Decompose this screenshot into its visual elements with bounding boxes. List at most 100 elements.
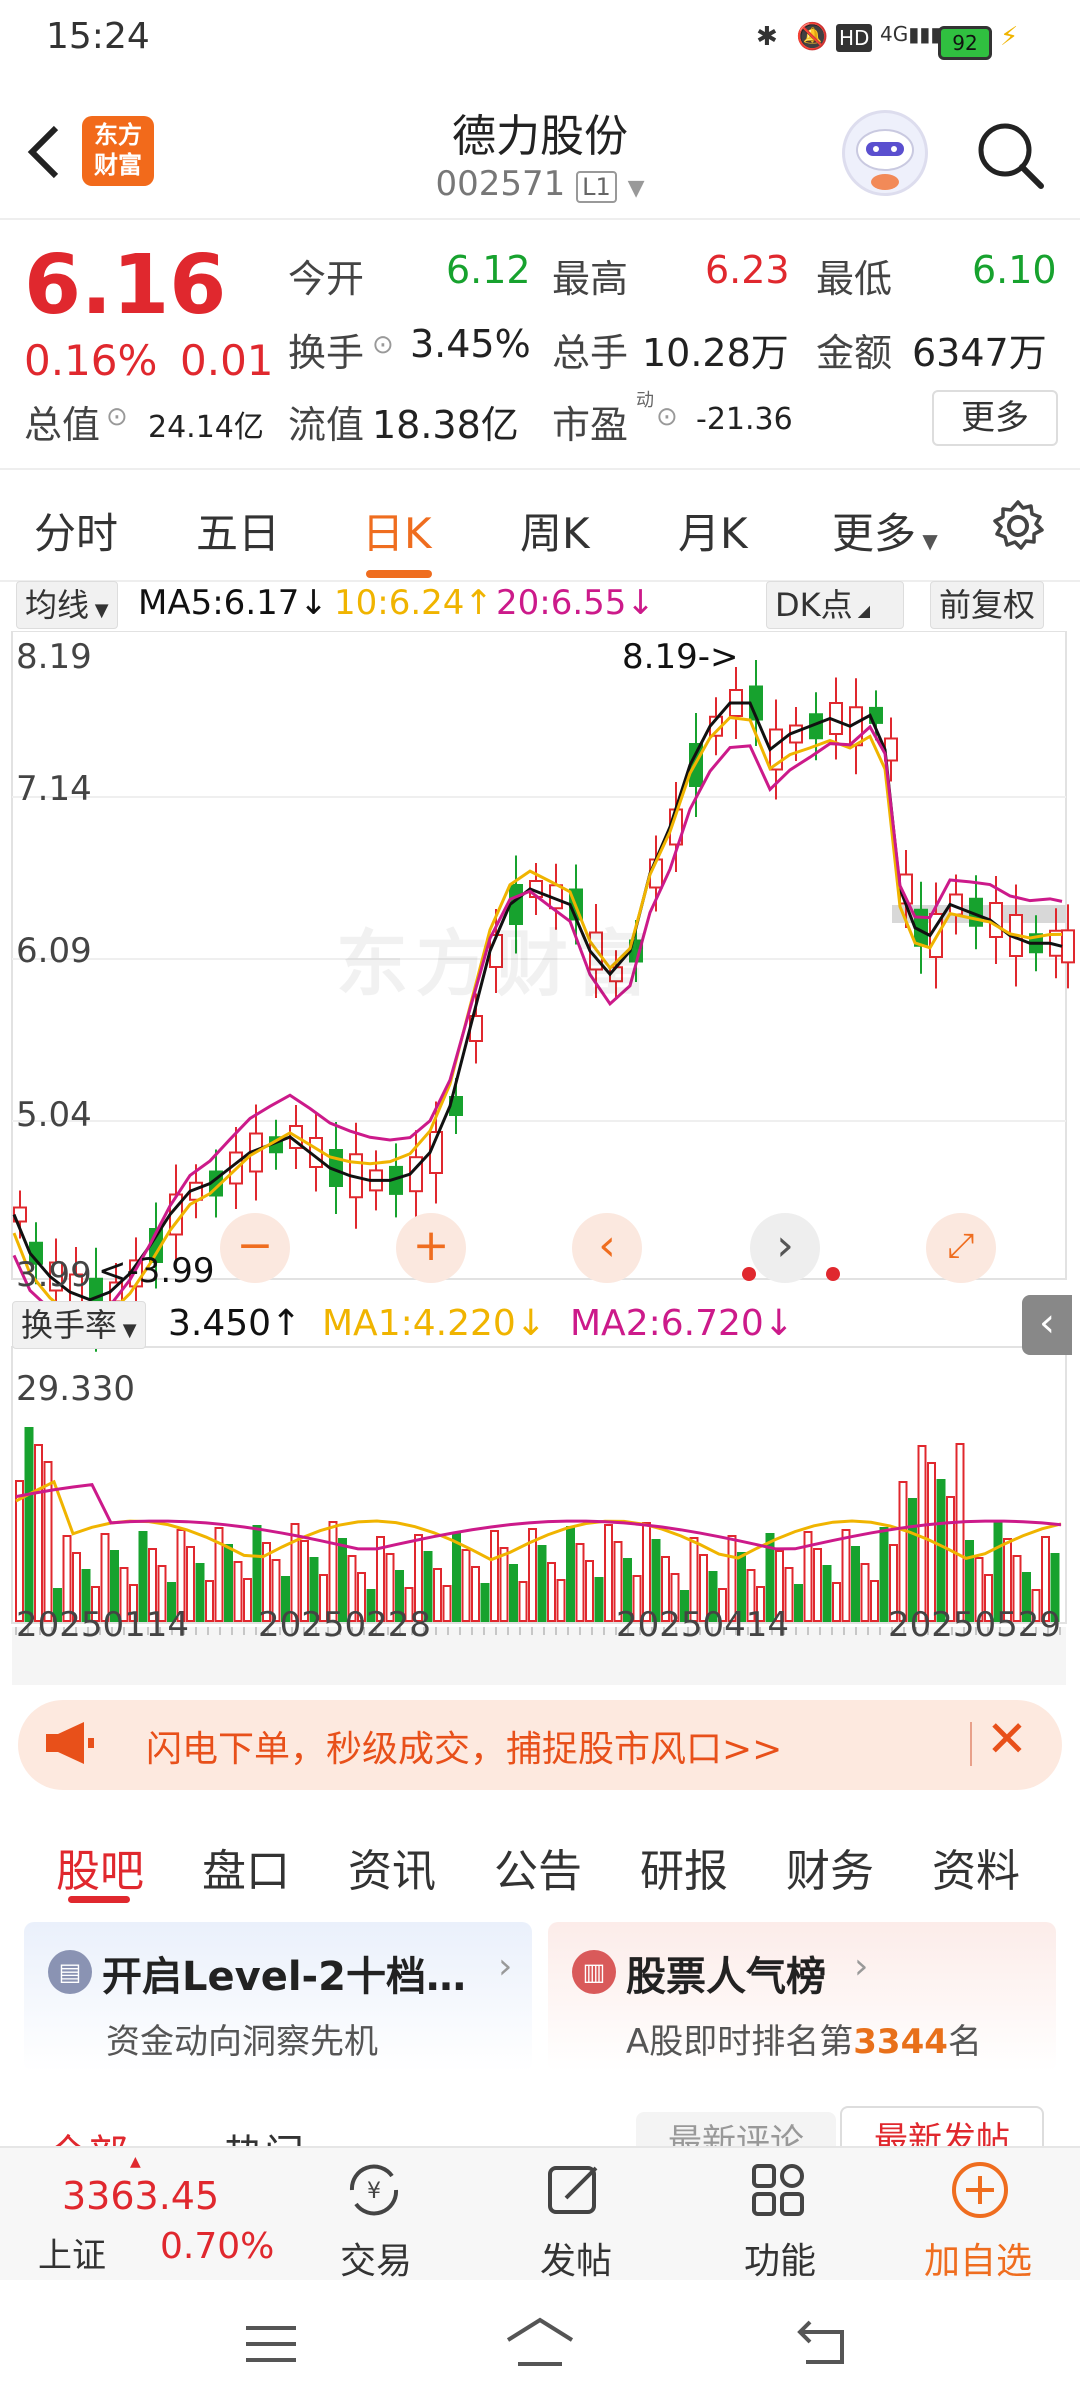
volume-bar: [461, 1549, 471, 1622]
volume-bar: [832, 1582, 841, 1622]
nav-trade[interactable]: ¥ 交易: [330, 2158, 418, 2282]
tab-monthly-k[interactable]: 月K: [678, 500, 748, 561]
volume-bar: [195, 1563, 205, 1622]
promo-banner[interactable]: 闪电下单，秒级成交，捕捉股市风口>> ✕: [18, 1700, 1062, 1790]
tab-weekly-k[interactable]: 周K: [520, 500, 590, 561]
bottom-nav: ▲ 3363.45 上证 0.70% ¥ 交易 发帖 功能 加自选: [0, 2146, 1080, 2282]
level2-subtitle: 资金动向洞察先机: [106, 2022, 378, 2062]
more-button[interactable]: 更多: [932, 390, 1058, 446]
scroll-left-button[interactable]: ‹: [572, 1213, 642, 1283]
pe-label: 市盈: [552, 403, 629, 447]
low-value: 6.10: [972, 248, 1057, 292]
tab-daily-k[interactable]: 日K: [362, 500, 432, 561]
tab-profile[interactable]: 资料: [932, 1835, 1020, 1899]
tab-pankou[interactable]: 盘口: [202, 1835, 290, 1899]
tab-finance[interactable]: 财务: [786, 1835, 874, 1899]
volume-bar: [442, 1585, 452, 1622]
collapse-panel-button[interactable]: ‹: [1022, 1295, 1072, 1355]
level2-card[interactable]: ▤ 开启Level-2十档… › 资金动向洞察先机: [24, 1922, 532, 2072]
dk-point-button[interactable]: DK点 ◢: [766, 581, 904, 629]
trade-icon: ¥: [349, 2164, 399, 2216]
fullscreen-icon[interactable]: ⤢: [926, 1213, 996, 1283]
scroll-right-button[interactable]: ›: [750, 1213, 820, 1283]
volume-bar: [794, 1584, 803, 1622]
back-nav-icon[interactable]: [796, 2318, 850, 2366]
volume-bar: [604, 1524, 613, 1622]
volume-bar: [851, 1546, 860, 1622]
volume-bar: [898, 1481, 908, 1622]
volume-bar: [509, 1564, 518, 1622]
mktcap-label: 总值: [24, 403, 101, 447]
nav-post[interactable]: 发帖: [530, 2158, 618, 2282]
tab-five-day[interactable]: 五日: [196, 500, 280, 561]
ma20-label: 20:6.55↓: [496, 583, 655, 623]
volume-bar: [585, 1560, 594, 1622]
search-icon[interactable]: [975, 120, 1045, 194]
x-date-label: 20250529: [888, 1605, 1062, 1645]
tab-news[interactable]: 资讯: [348, 1835, 436, 1899]
ma1-label: MA1:4.220↓: [322, 1303, 546, 1344]
close-icon[interactable]: ✕: [986, 1710, 1028, 1768]
tab-intraday[interactable]: 分时: [34, 500, 118, 561]
adjust-button[interactable]: 前复权: [930, 581, 1045, 629]
charging-icon: ⚡: [1000, 22, 1019, 52]
pe-value: -21.36: [696, 402, 793, 437]
nav-function[interactable]: 功能: [734, 2158, 822, 2282]
chevron-down-icon: ▼: [627, 176, 645, 201]
chevron-right-icon: ›: [498, 1946, 513, 1987]
ranking-icon: ▥: [572, 1950, 616, 1994]
volume-bar: [594, 1577, 604, 1622]
zoom-out-button[interactable]: −: [220, 1213, 290, 1283]
volume-bar: [841, 1529, 851, 1622]
volume-bar: [490, 1530, 499, 1622]
tab-more[interactable]: 更多 ▼: [832, 500, 938, 561]
level2-icon: ▤: [48, 1950, 92, 1994]
menu-icon[interactable]: [244, 2322, 298, 2366]
volume-bar: [205, 1580, 214, 1622]
index-ticker[interactable]: ▲ 3363.45 上证 0.70%: [0, 2148, 274, 2282]
stock-code: 002571: [435, 164, 566, 204]
info-icon[interactable]: ⊙: [656, 402, 678, 432]
tab-research[interactable]: 研报: [640, 1835, 728, 1899]
amount-label: 金额: [816, 331, 893, 375]
robot-avatar[interactable]: [842, 110, 928, 196]
watermark: 东方财富: [336, 922, 657, 1006]
low-label: 最低: [816, 257, 893, 301]
popularity-title: 股票人气榜: [626, 1954, 826, 2000]
high-label: 最高: [552, 257, 629, 301]
zoom-in-button[interactable]: +: [396, 1213, 466, 1283]
nav-add-watchlist[interactable]: 加自选: [920, 2158, 1040, 2282]
volume-bar: [518, 1581, 528, 1622]
turnover-indicator-value: 3.450↑: [168, 1303, 302, 1344]
current-price: 6.16: [24, 238, 227, 333]
gear-icon[interactable]: [990, 498, 1046, 558]
info-icon[interactable]: ⊙: [106, 402, 128, 432]
y-tick-label: 3.99: [16, 1255, 92, 1295]
caret-down-icon: ▼: [117, 1320, 137, 1341]
megaphone-icon: [44, 1720, 96, 1770]
tab-announcements[interactable]: 公告: [494, 1835, 582, 1899]
ma10-line: [12, 715, 1063, 1324]
volume-label: 总手: [552, 331, 629, 375]
home-icon[interactable]: [504, 2316, 576, 2368]
indicator-select[interactable]: 换手率 ▼: [12, 1301, 146, 1349]
volume-bar: [955, 1443, 965, 1622]
volume-bar: [870, 1580, 879, 1622]
popularity-card[interactable]: ▥ 股票人气榜 › A股即时排名第3344名: [548, 1922, 1056, 2072]
ma5-label: MA5:6.17↓: [138, 583, 328, 623]
index-name: 上证: [38, 2236, 106, 2276]
index-percent: 0.70%: [160, 2226, 275, 2267]
kline-chart[interactable]: 均线 ▼ MA5:6.17↓ 10:6.24↑ 20:6.55↓ DK点 ◢ 前…: [0, 575, 1080, 1685]
float-label: 流值: [288, 403, 365, 447]
tab-guba[interactable]: 股吧: [56, 1835, 144, 1899]
divider: [970, 1722, 972, 1766]
battery-icon: 92: [938, 26, 992, 60]
volume-bar: [917, 1445, 927, 1622]
hd-icon: HD: [836, 24, 873, 52]
volume-value: 10.28万: [642, 331, 789, 375]
turnover-value: 3.45%: [410, 322, 531, 366]
info-icon[interactable]: ⊙: [372, 330, 394, 360]
y-tick-label: 5.04: [16, 1095, 92, 1135]
ma-select[interactable]: 均线 ▼: [16, 581, 118, 629]
system-nav-bar: [0, 2280, 1080, 2408]
